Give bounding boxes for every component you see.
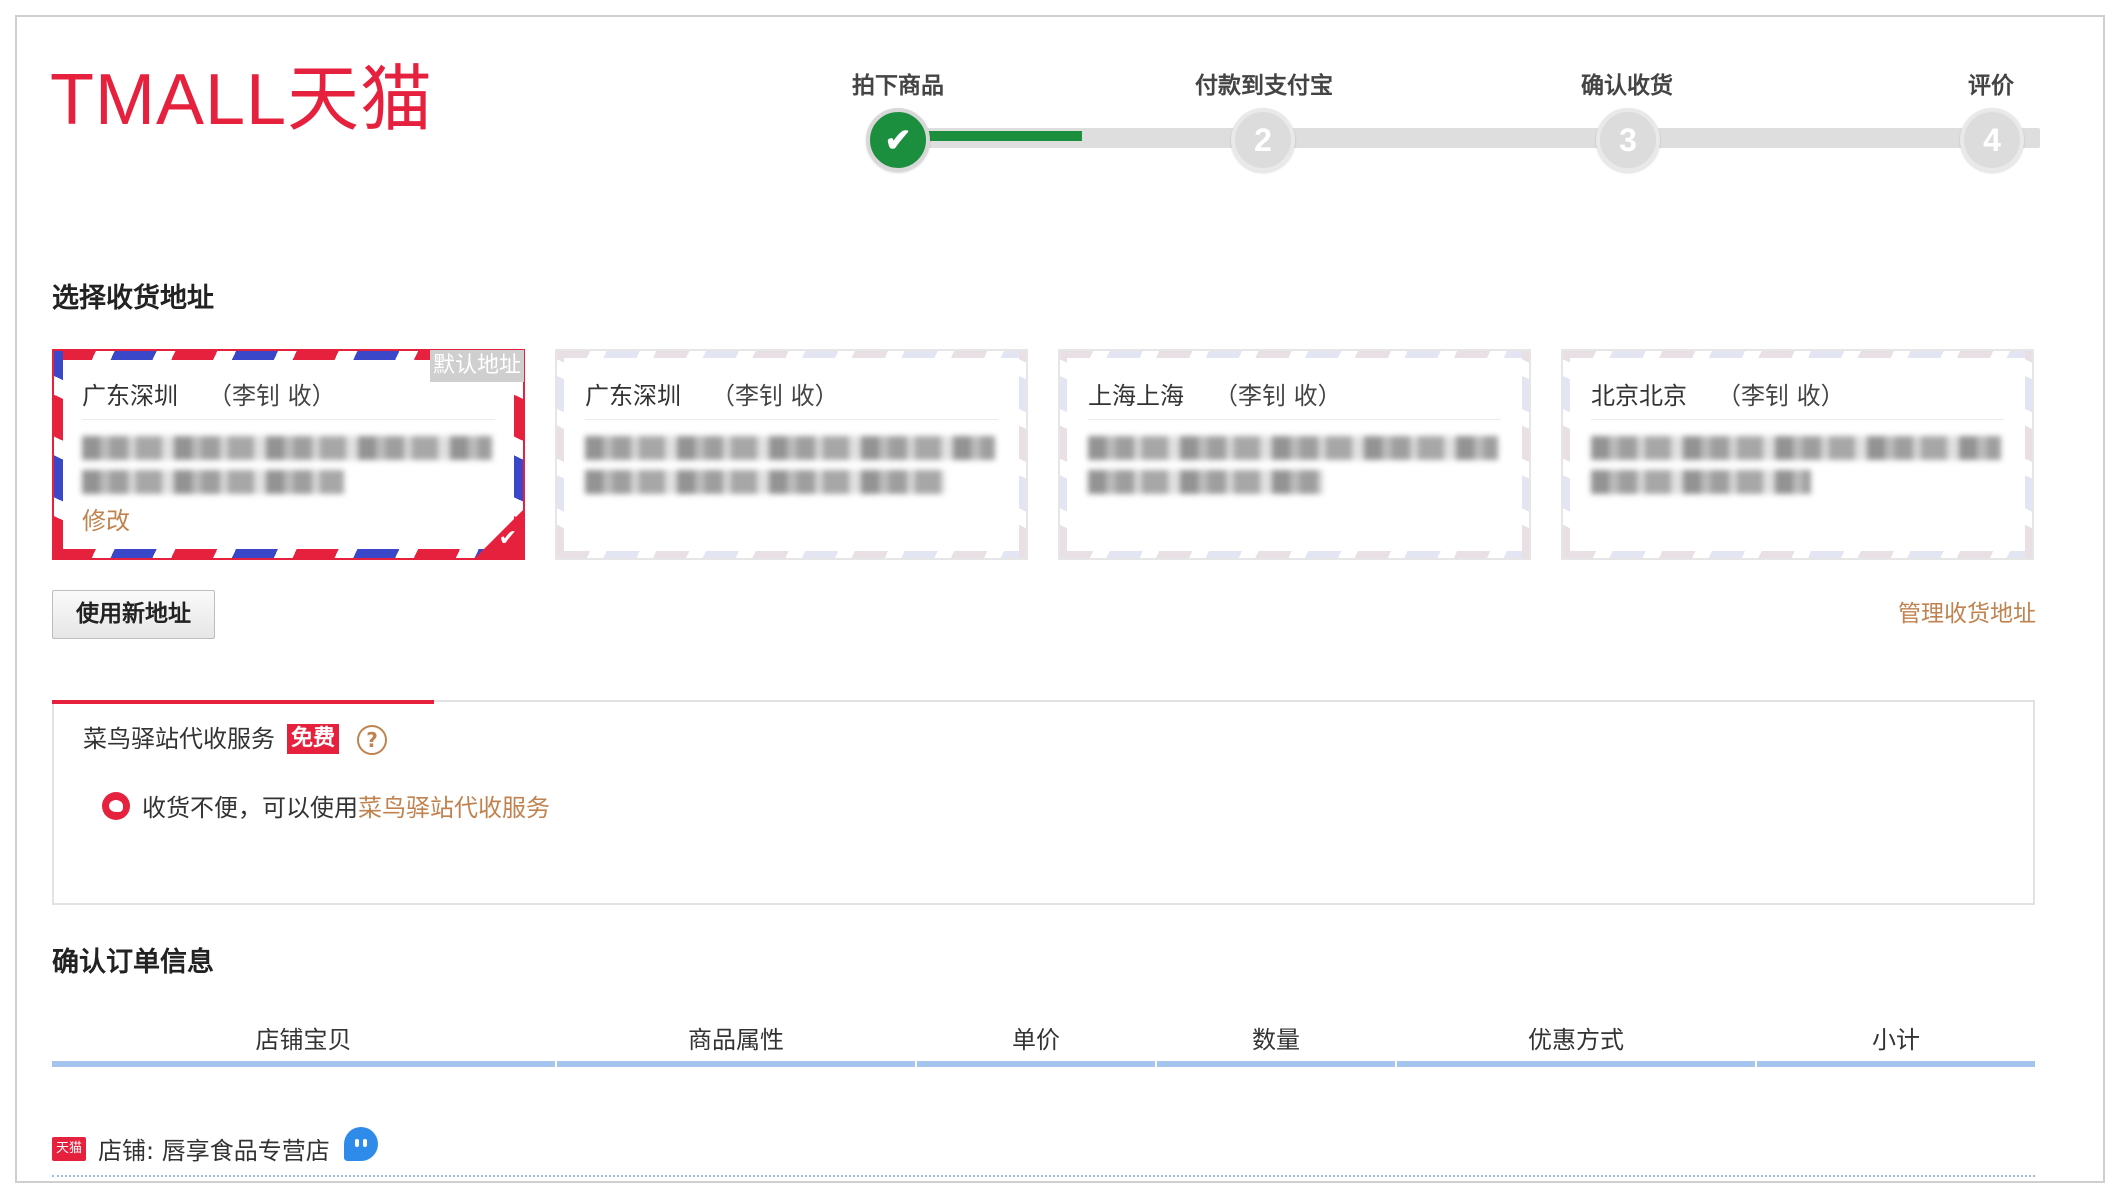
address-card-4[interactable]: 北京北京 （李钊 收） <box>1561 349 2034 560</box>
step-label-4: 评价 <box>1968 73 2014 99</box>
address-card-1[interactable]: 广东深圳 （李钊 收） 修改 默认地址 ✔ <box>52 349 525 560</box>
airmail-stripe <box>1563 351 1570 558</box>
address-card-3[interactable]: 上海上海 （李钊 收） <box>1058 349 1531 560</box>
edit-address-link[interactable]: 修改 <box>82 501 130 536</box>
step-4-circle: 4 <box>1960 108 2024 172</box>
airmail-stripe <box>1019 351 1026 558</box>
step-2-circle: 2 <box>1231 108 1295 172</box>
default-address-badge: 默认地址 <box>429 350 524 382</box>
step-label-1: 拍下商品 <box>852 73 944 99</box>
step-1-check-icon: ✔ <box>866 108 930 172</box>
step-3-circle: 3 <box>1596 108 1660 172</box>
airmail-stripe <box>1060 551 1529 558</box>
page-frame <box>15 15 2105 1183</box>
cainiao-bird-icon <box>102 792 130 820</box>
column-header-unit-price: 单价 <box>917 1015 1155 1067</box>
airmail-stripe <box>54 549 523 558</box>
address-detail-blurred <box>1088 470 1323 494</box>
tmall-logo[interactable]: TMALL天猫 <box>50 60 434 140</box>
tmall-shop-icon: 天猫 <box>52 1137 86 1161</box>
address-card-2[interactable]: 广东深圳 （李钊 收） <box>555 349 1028 560</box>
help-icon[interactable]: ? <box>357 725 388 755</box>
column-header-quantity: 数量 <box>1157 1015 1395 1067</box>
selected-check-icon: ✔ <box>498 526 517 551</box>
airmail-stripe <box>54 351 63 558</box>
cainiao-tab-label: 菜鸟驿站代收服务 <box>83 725 275 753</box>
airmail-stripe <box>1563 551 2032 558</box>
airmail-stripe <box>557 551 1026 558</box>
airmail-stripe <box>1563 351 2032 358</box>
step-label-3: 确认收货 <box>1581 73 1673 99</box>
address-detail-blurred <box>82 436 492 460</box>
check-icon: ✔ <box>884 122 912 158</box>
cainiao-service-link[interactable]: 菜鸟驿站代收服务 <box>358 794 550 822</box>
address-detail-blurred <box>82 470 344 494</box>
airmail-stripe <box>1522 351 1529 558</box>
address-header: 广东深圳 （李钊 收） <box>82 376 495 420</box>
address-header: 上海上海 （李钊 收） <box>1088 376 1501 420</box>
cainiao-service-panel: 菜鸟驿站代收服务 免费? 收货不便，可以使用菜鸟驿站代收服务 <box>52 700 2035 905</box>
address-detail-blurred <box>1591 436 2001 460</box>
address-detail-blurred <box>585 436 995 460</box>
step-2-number: 2 <box>1254 122 1272 158</box>
new-address-button[interactable]: 使用新地址 <box>52 590 215 639</box>
column-header-attributes: 商品属性 <box>557 1015 915 1067</box>
address-detail-blurred <box>1088 436 1498 460</box>
step-label-2: 付款到支付宝 <box>1195 73 1333 99</box>
step-3-number: 3 <box>1619 122 1637 158</box>
address-header: 广东深圳 （李钊 收） <box>585 376 998 420</box>
column-header-discount: 优惠方式 <box>1397 1015 1755 1067</box>
address-detail-blurred <box>585 470 945 494</box>
column-header-subtotal: 小计 <box>1757 1015 2035 1067</box>
airmail-stripe <box>1060 351 1067 558</box>
address-region: 上海上海 <box>1088 382 1184 410</box>
airmail-stripe <box>557 351 564 558</box>
airmail-stripe <box>2025 351 2032 558</box>
cainiao-message-text: 收货不便，可以使用 <box>142 794 358 822</box>
active-tab-indicator <box>52 700 434 704</box>
shop-name[interactable]: 店铺: 唇享食品专营店 <box>98 1131 330 1166</box>
airmail-stripe <box>557 351 1026 358</box>
address-section-title: 选择收货地址 <box>52 283 214 314</box>
address-recipient: （李钊 收） <box>711 382 839 410</box>
address-region: 广东深圳 <box>82 382 178 410</box>
address-detail-blurred <box>1591 470 1811 494</box>
manage-addresses-link[interactable]: 管理收货地址 <box>1898 594 2036 628</box>
cainiao-message: 收货不便，可以使用菜鸟驿站代收服务 <box>102 788 550 823</box>
cainiao-tab[interactable]: 菜鸟驿站代收服务 免费? <box>83 719 388 755</box>
column-header-shop-item: 店铺宝贝 <box>52 1015 555 1067</box>
free-badge: 免费 <box>287 724 340 754</box>
wangwang-chat-icon[interactable] <box>344 1127 378 1161</box>
shop-row: 天猫 店铺: 唇享食品专营店 <box>52 1127 2035 1177</box>
airmail-stripe <box>1060 351 1529 358</box>
step-4-number: 4 <box>1983 122 2001 158</box>
address-region: 广东深圳 <box>585 382 681 410</box>
order-section-title: 确认订单信息 <box>52 947 214 978</box>
address-recipient: （李钊 收） <box>208 382 336 410</box>
address-region: 北京北京 <box>1591 382 1687 410</box>
address-header: 北京北京 （李钊 收） <box>1591 376 2004 420</box>
address-recipient: （李钊 收） <box>1717 382 1845 410</box>
address-recipient: （李钊 收） <box>1214 382 1342 410</box>
logo-text: TMALL天猫 <box>50 60 434 140</box>
